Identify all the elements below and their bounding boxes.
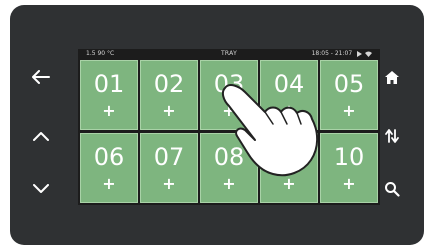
- add-icon: +: [162, 101, 176, 120]
- sort-button[interactable]: [378, 122, 406, 150]
- tray-tile-03[interactable]: 03 +: [200, 60, 258, 130]
- wifi-icon: [365, 51, 372, 57]
- tray-tile-07[interactable]: 07 +: [140, 133, 198, 203]
- tile-number: 02: [153, 70, 185, 98]
- back-button[interactable]: [27, 63, 55, 91]
- scroll-down-button[interactable]: [27, 175, 55, 203]
- add-icon: +: [342, 101, 356, 120]
- tray-tile-08[interactable]: 08 +: [200, 133, 258, 203]
- add-icon: +: [342, 174, 356, 193]
- search-button[interactable]: [378, 175, 406, 203]
- touch-screen: 1.5 90 °C TRAY 18:05 - 21:07 01 + 02 + 0…: [78, 49, 380, 205]
- add-icon: +: [102, 101, 116, 120]
- status-time-range: 18:05 - 21:07: [311, 50, 353, 57]
- chevron-up-icon: [33, 132, 49, 141]
- tile-number: 03: [213, 70, 245, 98]
- tray-tile-01[interactable]: 01 +: [80, 60, 138, 130]
- status-time: 18:05 - 21:07: [312, 49, 372, 59]
- tile-number: 08: [213, 143, 245, 171]
- tray-tile-05[interactable]: 05 +: [320, 60, 378, 130]
- add-icon: +: [282, 174, 296, 193]
- add-icon: +: [282, 101, 296, 120]
- tray-tile-02[interactable]: 02 +: [140, 60, 198, 130]
- add-icon: +: [222, 174, 236, 193]
- tray-tile-10[interactable]: 10 +: [320, 133, 378, 203]
- search-icon: [385, 182, 400, 197]
- tile-number: 10: [333, 143, 365, 171]
- tray-tile-09[interactable]: 09 +: [260, 133, 318, 203]
- add-icon: +: [222, 101, 236, 120]
- sort-icon: [385, 129, 399, 143]
- device-frame: 1.5 90 °C TRAY 18:05 - 21:07 01 + 02 + 0…: [10, 5, 424, 245]
- home-button[interactable]: [378, 63, 406, 91]
- scroll-up-button[interactable]: [27, 122, 55, 150]
- tray-tile-06[interactable]: 06 +: [80, 133, 138, 203]
- arrow-left-icon: [32, 70, 50, 84]
- add-icon: +: [162, 174, 176, 193]
- tile-number: 04: [273, 70, 305, 98]
- tile-number: 01: [93, 70, 125, 98]
- tile-number: 07: [153, 143, 185, 171]
- chevron-down-icon: [33, 184, 49, 193]
- tile-number: 05: [333, 70, 365, 98]
- status-bar: 1.5 90 °C TRAY 18:05 - 21:07: [78, 49, 380, 59]
- home-icon: [385, 70, 399, 84]
- tile-number: 09: [273, 143, 305, 171]
- tile-number: 06: [93, 143, 125, 171]
- add-icon: +: [102, 174, 116, 193]
- play-icon: [357, 50, 363, 57]
- tray-tile-04[interactable]: 04 +: [260, 60, 318, 130]
